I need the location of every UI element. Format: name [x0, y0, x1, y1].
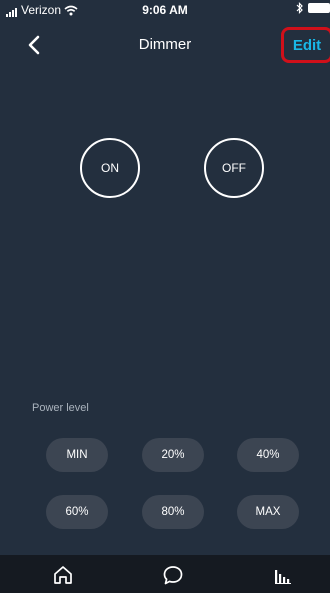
level-60-button[interactable]: 60% — [46, 495, 108, 529]
battery-icon — [308, 3, 330, 13]
home-icon[interactable] — [52, 564, 74, 586]
level-label: MIN — [66, 449, 88, 461]
level-label: 80% — [161, 506, 185, 518]
edit-button[interactable]: Edit — [281, 27, 330, 63]
power-level-label: Power level — [32, 402, 89, 414]
status-bar: Verizon 9:06 AM — [0, 0, 330, 20]
level-label: 60% — [65, 506, 89, 518]
level-label: 40% — [256, 449, 280, 461]
off-button[interactable]: OFF — [204, 138, 264, 198]
nav-bar: Dimmer Edit — [0, 24, 330, 68]
level-40-button[interactable]: 40% — [237, 438, 299, 472]
level-label: MAX — [255, 506, 281, 518]
on-label: ON — [101, 161, 119, 175]
level-20-button[interactable]: 20% — [142, 438, 204, 472]
tab-bar — [0, 555, 330, 593]
chat-icon[interactable] — [162, 564, 184, 586]
level-min-button[interactable]: MIN — [46, 438, 108, 472]
level-label: 20% — [161, 449, 185, 461]
on-button[interactable]: ON — [80, 138, 140, 198]
equalizer-icon[interactable] — [272, 564, 294, 586]
off-label: OFF — [222, 161, 246, 175]
bluetooth-icon — [296, 2, 303, 14]
status-right — [296, 2, 330, 14]
edit-label: Edit — [292, 36, 322, 54]
level-80-button[interactable]: 80% — [142, 495, 204, 529]
level-max-button[interactable]: MAX — [237, 495, 299, 529]
status-time: 9:06 AM — [142, 3, 188, 17]
